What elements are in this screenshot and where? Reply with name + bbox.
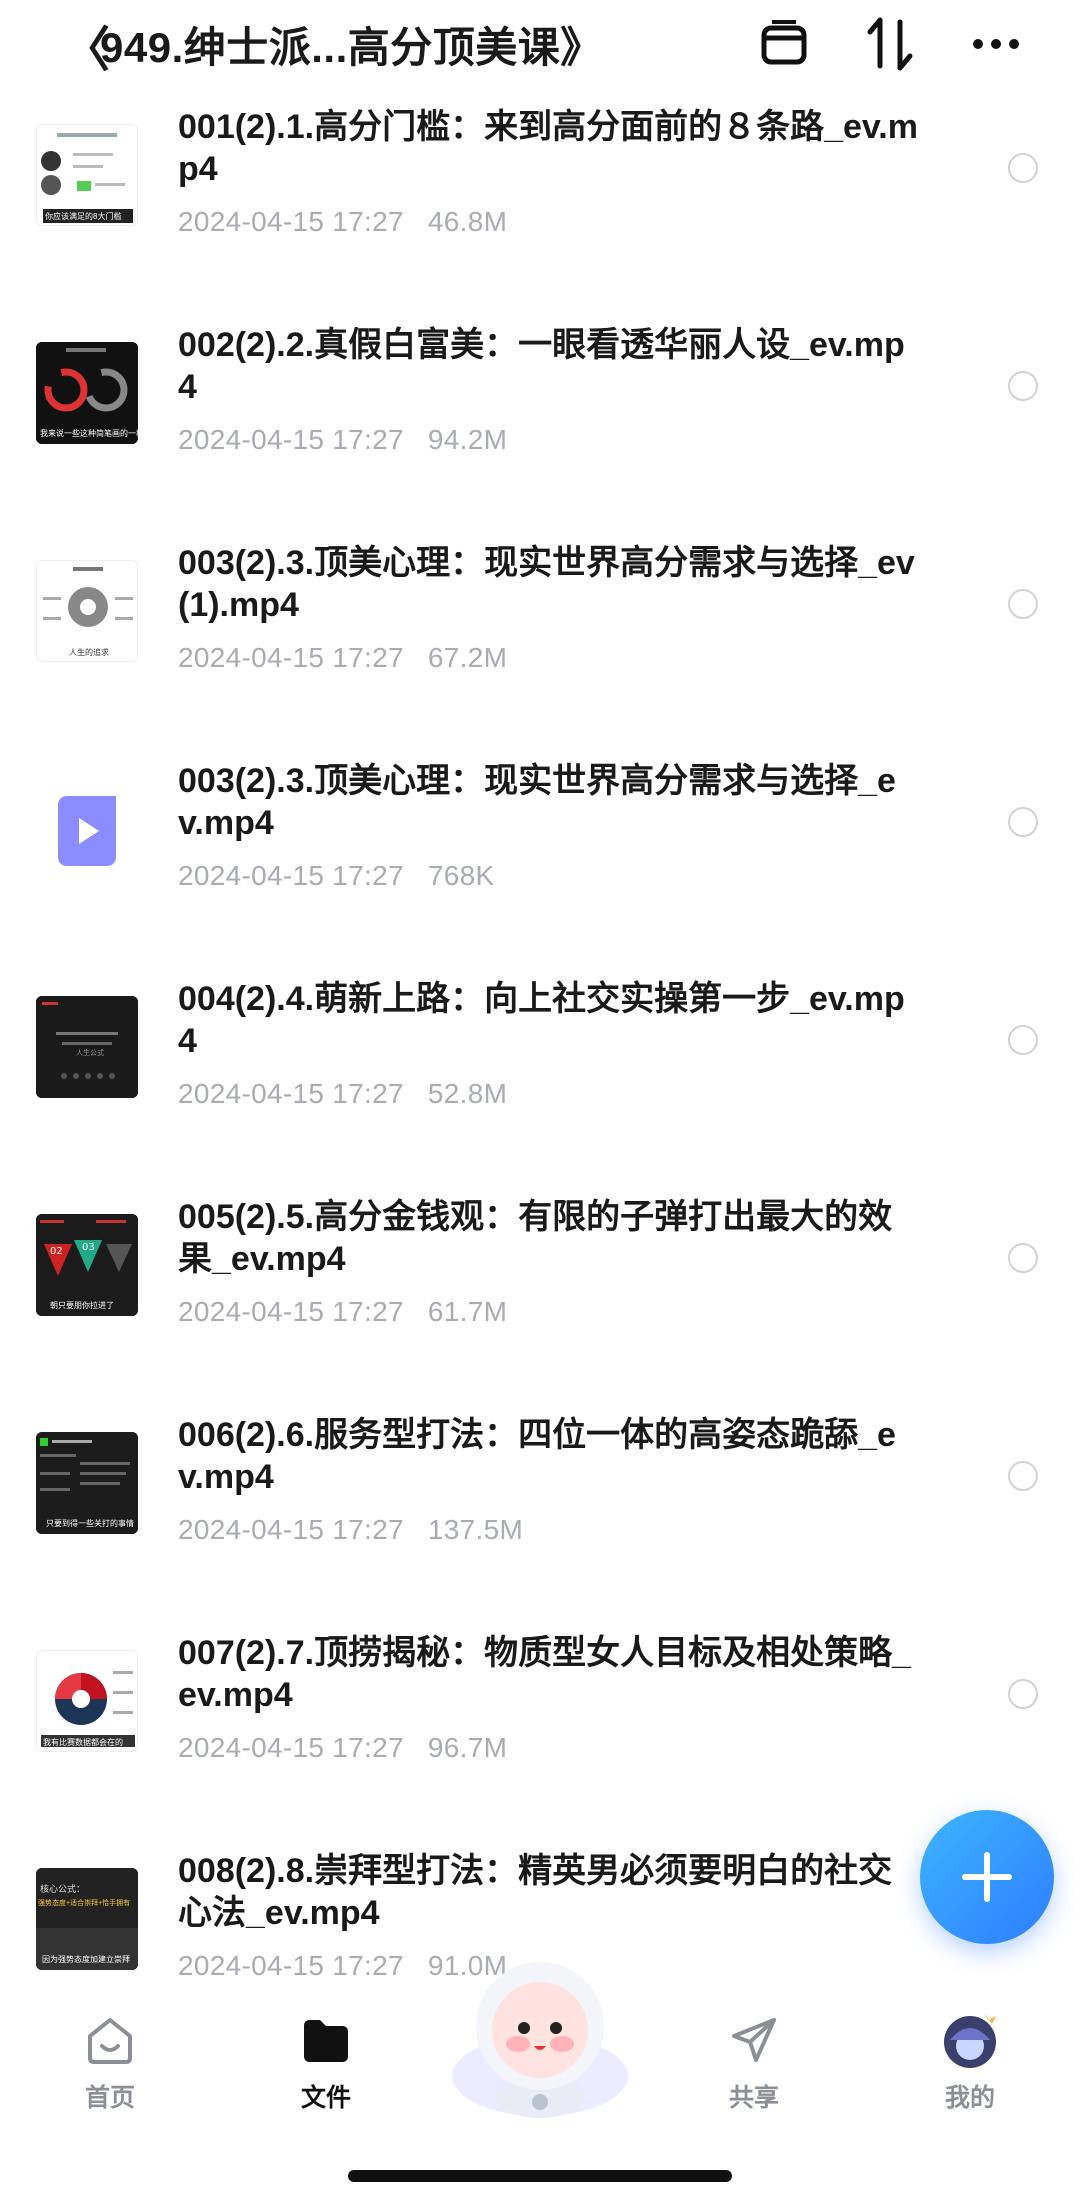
file-size: 61.7M xyxy=(427,1296,508,1327)
thumbnail-caption: 我有比赛数据都会在的 xyxy=(43,1738,123,1747)
file-date: 2024-04-15 17:27 xyxy=(178,424,404,455)
select-radio[interactable] xyxy=(1008,153,1038,183)
file-date: 2024-04-15 17:27 xyxy=(178,1732,404,1763)
file-size: 52.8M xyxy=(427,1078,508,1109)
svg-text:02: 02 xyxy=(50,1246,63,1257)
file-row[interactable]: 只要到得一些关打的事情 006(2).6.服务型打法：四位一体的高姿态跪舔_ev… xyxy=(0,1394,1080,1612)
file-thumbnail: 我有比赛数据都会在的 xyxy=(36,1650,138,1752)
file-row[interactable]: 人生公式 004(2).4.萌新上路：向上社交实操第一步_ev.mp4 2024… xyxy=(0,958,1080,1176)
archive-icon[interactable] xyxy=(754,14,814,74)
folder-title: 949.绅士派...高分顶美课》 xyxy=(100,24,603,71)
thumbnail-caption: 我来说一些这种简笔画的一种 xyxy=(40,429,138,438)
file-meta: 2024-04-15 17:27 46.8M xyxy=(178,206,507,238)
home-icon xyxy=(80,2010,140,2070)
file-list: 你应该满足的8大门槛 001(2).1.高分门槛：来到高分面前的８条路_ev.m… xyxy=(0,86,1080,1986)
thumbnail-caption: 人生的追求 xyxy=(69,648,109,657)
file-meta: 2024-04-15 17:27 61.7M xyxy=(178,1296,507,1328)
file-size: 67.2M xyxy=(427,642,508,673)
file-thumbnail: 你应该满足的8大门槛 xyxy=(36,124,138,226)
plus-icon xyxy=(962,1852,1012,1902)
file-name: 003(2).3.顶美心理：现实世界高分需求与选择_ev (1).mp4 xyxy=(178,544,915,624)
file-meta: 2024-04-15 17:27 96.7M xyxy=(178,1732,507,1764)
thumbnail-caption: 只要到得一些关打的事情 xyxy=(46,1519,134,1528)
file-date: 2024-04-15 17:27 xyxy=(178,1296,404,1327)
file-row[interactable]: 我来说一些这种简笔画的一种 002(2).2.真假白富美：一眼看透华丽人设_ev… xyxy=(0,304,1080,522)
file-thumbnail: 人生公式 xyxy=(36,996,138,1098)
select-radio[interactable] xyxy=(1008,1025,1038,1055)
file-name: 006(2).6.服务型打法：四位一体的高姿态跪舔_ev.mp4 xyxy=(178,1416,896,1496)
file-name: 002(2).2.真假白富美：一眼看透华丽人设_ev.mp4 xyxy=(178,326,905,406)
tab-share[interactable]: 共享 xyxy=(684,2010,824,2114)
add-button[interactable] xyxy=(920,1810,1054,1944)
avatar xyxy=(940,2010,1000,2070)
tab-files[interactable]: 文件 xyxy=(256,2010,396,2114)
file-date: 2024-04-15 17:27 xyxy=(178,1078,404,1109)
select-radio[interactable] xyxy=(1008,1461,1038,1491)
file-date: 2024-04-15 17:27 xyxy=(178,1950,404,1981)
file-meta: 2024-04-15 17:27 768K xyxy=(178,860,494,892)
select-radio[interactable] xyxy=(1008,1679,1038,1709)
file-name: 008(2).8.崇拜型打法：精英男必须要明白的社交心法_ev.mp4 xyxy=(178,1852,893,1932)
thumbnail-caption: 人生公式 xyxy=(76,1050,104,1057)
file-date: 2024-04-15 17:27 xyxy=(178,1514,404,1545)
thumbnail-caption: 强势态度+适合崇拜+恰手拥有 xyxy=(38,1900,131,1907)
tab-label: 共享 xyxy=(728,2084,779,2112)
file-row[interactable]: 人生的追求 003(2).3.顶美心理：现实世界高分需求与选择_ev (1).m… xyxy=(0,522,1080,740)
file-thumbnail: 02 03 朝只要朋你拉进了 xyxy=(36,1214,138,1316)
file-date: 2024-04-15 17:27 xyxy=(178,860,404,891)
file-size: 137.5M xyxy=(427,1514,524,1545)
file-meta: 2024-04-15 17:27 52.8M xyxy=(178,1078,507,1110)
file-row[interactable]: 02 03 朝只要朋你拉进了 005(2).5.高分金钱观：有限的子弹打出最大的… xyxy=(0,1176,1080,1394)
file-thumbnail: 人生的追求 xyxy=(36,560,138,662)
file-thumbnail: 我来说一些这种简笔画的一种 xyxy=(36,342,138,444)
select-radio[interactable] xyxy=(1008,1243,1038,1273)
file-row[interactable]: 我有比赛数据都会在的 007(2).7.顶捞揭秘：物质型女人目标及相处策略_ev… xyxy=(0,1612,1080,1830)
file-date: 2024-04-15 17:27 xyxy=(178,642,404,673)
file-meta: 2024-04-15 17:27 94.2M xyxy=(178,424,507,456)
thumbnail-caption: 你应该满足的8大门槛 xyxy=(45,212,122,221)
sort-icon[interactable] xyxy=(860,14,920,74)
tab-label: 我的 xyxy=(944,2084,995,2112)
file-size: 46.8M xyxy=(427,206,508,237)
file-thumbnail: 核心公式： 强势态度+适合崇拜+恰手拥有 因为强势态度加建立崇拜 xyxy=(36,1868,138,1970)
tab-label: 首页 xyxy=(84,2084,135,2112)
tab-mine[interactable]: 我的 xyxy=(900,2010,1040,2114)
tab-label: 文件 xyxy=(300,2084,351,2112)
file-row[interactable]: 你应该满足的8大门槛 001(2).1.高分门槛：来到高分面前的８条路_ev.m… xyxy=(0,86,1080,304)
file-meta: 2024-04-15 17:27 137.5M xyxy=(178,1514,523,1546)
file-size: 768K xyxy=(427,860,495,891)
file-meta: 2024-04-15 17:27 67.2M xyxy=(178,642,507,674)
file-name: 001(2).1.高分门槛：来到高分面前的８条路_ev.mp4 xyxy=(178,108,918,188)
thumbnail-caption: 核心公式： xyxy=(40,1884,86,1894)
file-row[interactable]: 003(2).3.顶美心理：现实世界高分需求与选择_ev.mp4 2024-04… xyxy=(0,740,1080,958)
mascot-button[interactable] xyxy=(448,1946,632,2126)
file-name: 003(2).3.顶美心理：现实世界高分需求与选择_ev.mp4 xyxy=(178,762,896,842)
file-thumbnail: 只要到得一些关打的事情 xyxy=(36,1432,138,1534)
folder-icon xyxy=(296,2010,356,2070)
file-name: 005(2).5.高分金钱观：有限的子弹打出最大的效果_ev.mp4 xyxy=(178,1198,893,1278)
thumbnail-caption: 因为强势态度加建立崇拜 xyxy=(42,1955,130,1964)
tab-home[interactable]: 首页 xyxy=(40,2010,180,2114)
home-indicator xyxy=(348,2170,732,2182)
svg-text:03: 03 xyxy=(82,1242,95,1253)
select-radio[interactable] xyxy=(1008,807,1038,837)
thumbnail-caption: 朝只要朋你拉进了 xyxy=(50,1301,114,1310)
file-name: 007(2).7.顶捞揭秘：物质型女人目标及相处策略_ev.mp4 xyxy=(178,1634,911,1714)
top-bar: 〈 949.绅士派...高分顶美课》 xyxy=(0,0,1080,86)
file-size: 94.2M xyxy=(427,424,508,455)
select-radio[interactable] xyxy=(1008,589,1038,619)
select-radio[interactable] xyxy=(1008,371,1038,401)
video-file-icon xyxy=(36,778,138,880)
send-icon xyxy=(724,2010,784,2070)
more-icon[interactable] xyxy=(966,14,1026,74)
file-size: 96.7M xyxy=(427,1732,508,1763)
file-date: 2024-04-15 17:27 xyxy=(178,206,404,237)
file-name: 004(2).4.萌新上路：向上社交实操第一步_ev.mp4 xyxy=(178,980,905,1060)
